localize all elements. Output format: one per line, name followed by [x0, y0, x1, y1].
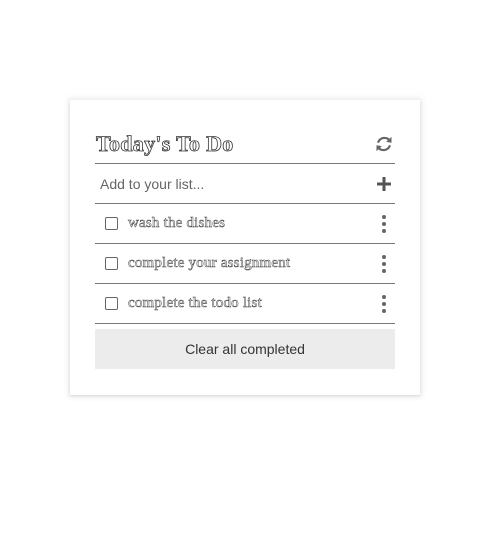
todo-menu-button[interactable] [373, 253, 395, 275]
todo-checkbox[interactable] [105, 297, 118, 310]
todo-label: complete the todo list [128, 295, 262, 312]
page-title: Today's To Do [96, 130, 234, 156]
todo-menu-button[interactable] [373, 293, 395, 315]
add-todo-row [95, 164, 395, 204]
refresh-icon [376, 136, 392, 151]
todo-label: wash the dishes [128, 215, 226, 232]
todo-checkbox[interactable] [105, 257, 118, 270]
todo-card-body: Today's To Do wash the dishe [95, 124, 395, 369]
add-todo-button[interactable] [373, 173, 395, 195]
kebab-menu-icon [382, 228, 386, 233]
todo-checkbox[interactable] [105, 217, 118, 230]
kebab-menu-icon [382, 268, 386, 273]
kebab-menu-icon [382, 214, 386, 219]
kebab-menu-icon [382, 301, 386, 306]
add-todo-input[interactable] [95, 175, 335, 192]
plus-icon [377, 176, 391, 191]
todo-item: complete the todo list [95, 284, 395, 324]
kebab-menu-icon [382, 261, 386, 266]
todo-menu-button[interactable] [373, 213, 395, 235]
kebab-menu-icon [382, 254, 386, 259]
todo-label: complete your assignment [128, 255, 291, 272]
clear-completed-button[interactable]: Clear all completed [95, 329, 395, 369]
todo-item: complete your assignment [95, 244, 395, 284]
todo-item: wash the dishes [95, 204, 395, 244]
todo-header: Today's To Do [95, 124, 395, 164]
refresh-button[interactable] [373, 133, 395, 155]
todo-card: Today's To Do wash the dishe [70, 100, 420, 395]
kebab-menu-icon [382, 294, 386, 299]
kebab-menu-icon [382, 221, 386, 226]
kebab-menu-icon [382, 308, 386, 313]
